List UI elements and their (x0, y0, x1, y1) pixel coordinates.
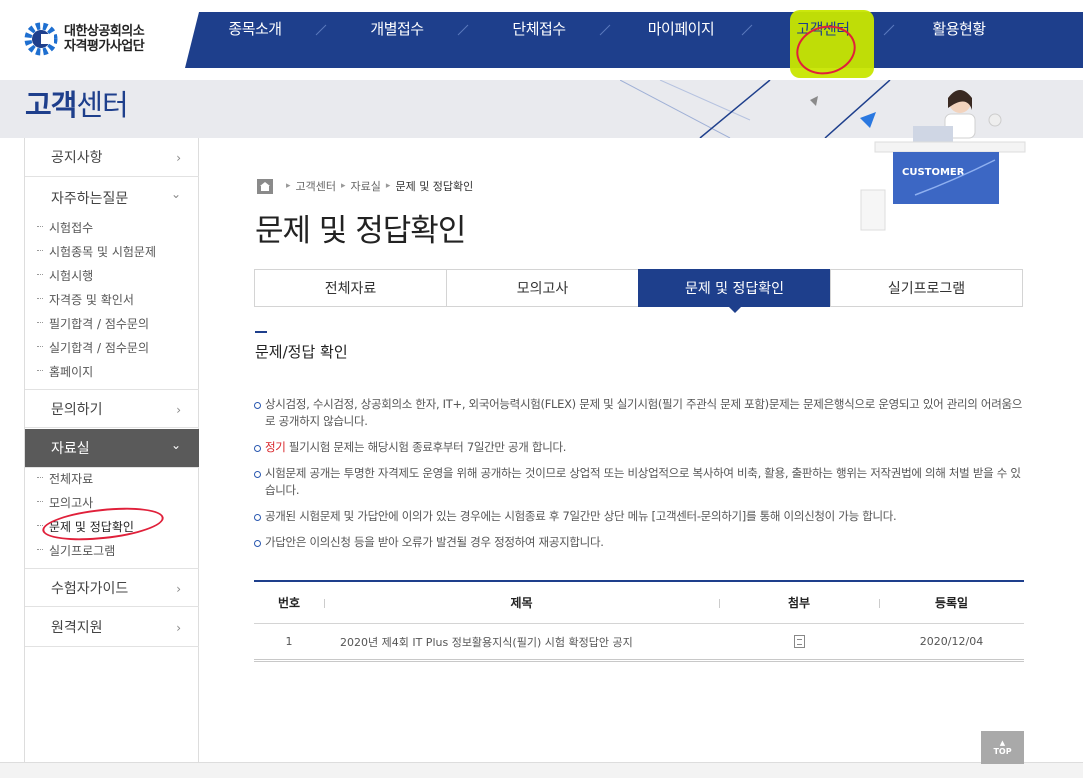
tab-practical-program[interactable]: 실기프로그램 (830, 269, 1023, 307)
sidebar-sub-mock-exam[interactable]: 모의고사 (36, 494, 93, 511)
notice-list: 상시검정, 수시검정, 상공회의소 한자, IT+, 외국어능력시험(FLEX)… (254, 396, 1026, 560)
banner-title: 고객센터 (25, 82, 129, 124)
customer-service-illustration: CUSTOMER (837, 80, 1035, 235)
sidebar-item-label: 수험자가이드 (51, 580, 129, 597)
notice-item: 공개된 시험문제 및 가답안에 이의가 있는 경우에는 시험종료 후 7일간만 … (254, 508, 1026, 525)
sidebar-item-label: 공지사항 (51, 150, 103, 166)
notice-text: 시험문제 공개는 투명한 자격제도 운영을 위해 공개하는 것이므로 상업적 또… (265, 466, 1021, 497)
sidebar-sub-exam-subjects[interactable]: 시험종목 및 시험문제 (37, 243, 156, 260)
sidebar-item-label: 원격지원 (51, 620, 103, 636)
chevron-down-icon: ⌄ (170, 187, 181, 201)
sidebar-item-label: 문의하기 (51, 401, 103, 418)
chevron-right-icon: › (176, 621, 181, 635)
nav-separator (314, 22, 328, 36)
nav-item-mypage[interactable]: 마이페이지 (631, 0, 731, 56)
notice-text: 가답안은 이의신청 등을 받아 오류가 발견될 경우 정정하여 재공지합니다. (265, 535, 604, 549)
logo-line-1: 대한상공회의소 (64, 24, 145, 39)
notice-text: 공개된 시험문제 및 가답안에 이의가 있는 경우에는 시험종료 후 7일간만 … (265, 509, 897, 523)
sidebar-sub-homepage[interactable]: 홈페이지 (36, 363, 93, 380)
top-header: 대한상공회의소 자격평가사업단 종목소개 개별접수 단체접수 마이페이지 고객센… (0, 0, 1083, 81)
row-number: 1 (285, 635, 293, 648)
notice-item: 시험문제 공개는 투명한 자격제도 운영을 위해 공개하는 것이므로 상업적 또… (254, 465, 1026, 499)
breadcrumb-separator: ▸ (341, 181, 346, 191)
chevron-right-icon: › (176, 582, 181, 596)
column-divider (879, 599, 880, 608)
sidebar-sub-practical-pass[interactable]: 실기합격 / 점수문의 (37, 339, 149, 356)
breadcrumb-separator: ▸ (385, 181, 391, 191)
nav-separator (882, 22, 896, 36)
scroll-top-button[interactable]: ▲ TOP (981, 731, 1024, 764)
sidebar-item-notice[interactable]: 공지사항 › (25, 138, 199, 177)
nav-item-group-apply[interactable]: 단체접수 (489, 0, 589, 56)
row-date: 2020/12/04 (919, 635, 984, 648)
nav-separator (456, 22, 470, 36)
customer-label: CUSTOMER (902, 167, 965, 178)
site-logo[interactable]: 대한상공회의소 자격평가사업단 (0, 8, 200, 70)
board-table: 번호 제목 첨부 등록일 1 2020년 제4회 IT Plus 정보활용지식(… (254, 580, 1024, 662)
sidebar-sub-all-materials[interactable]: 전체자료 (36, 470, 93, 487)
tab-all-materials[interactable]: 전체자료 (254, 269, 446, 307)
page-title: 문제 및 정답확인 (255, 213, 466, 249)
breadcrumb: ▸ 고객센터 ▸ 자료실 ▸ 문제 및 정답확인 (257, 178, 473, 194)
section-title: 문제/정답 확인 (255, 343, 348, 361)
chevron-right-icon: › (176, 403, 181, 417)
notice-item: 상시검정, 수시검정, 상공회의소 한자, IT+, 외국어능력시험(FLEX)… (254, 396, 1026, 430)
scroll-top-label: TOP (993, 746, 1012, 756)
column-header-date: 등록일 (934, 596, 969, 610)
sidebar-item-label: 자주하는질문 (51, 190, 129, 207)
nav-item-subjects[interactable]: 종목소개 (205, 0, 305, 56)
column-header-number: 번호 (277, 596, 301, 610)
sidebar-item-inquiry[interactable]: 문의하기 › (25, 389, 199, 428)
file-icon[interactable] (793, 635, 805, 648)
tab-mock-exam[interactable]: 모의고사 (446, 269, 638, 307)
row-attachment (719, 635, 879, 648)
breadcrumb-current: 문제 및 정답확인 (395, 180, 474, 193)
table-header: 번호 제목 첨부 등록일 (254, 582, 1024, 624)
notice-highlight: 정기 (265, 440, 286, 454)
nav-item-usage-status[interactable]: 활용현황 (909, 0, 1009, 56)
section-accent-bar (255, 331, 267, 333)
arrow-up-icon: ▲ (999, 738, 1006, 747)
breadcrumb-separator: ▸ (286, 181, 291, 191)
column-divider (324, 599, 325, 608)
nav-separator (598, 22, 612, 36)
nav-separator (740, 22, 754, 36)
sidebar-item-label: 자료실 (51, 441, 90, 457)
notice-text: 필기시험 문제는 해당시험 종료후부터 7일간만 공개 합니다. (285, 440, 567, 454)
notice-item: 가답안은 이의신청 등을 받아 오류가 발견될 경우 정정하여 재공지합니다. (254, 534, 1026, 551)
chevron-right-icon: › (176, 151, 181, 165)
sidebar-sub-practical-program[interactable]: 실기프로그램 (36, 542, 115, 559)
sidebar-sub-exam-conduct[interactable]: 시험시행 (36, 267, 93, 284)
sidebar-sub-written-pass[interactable]: 필기합격 / 점수문의 (37, 315, 149, 332)
table-row[interactable]: 1 2020년 제4회 IT Plus 정보활용지식(필기) 시험 확정답안 공… (254, 624, 1024, 662)
sidebar: 공지사항 › 자주하는질문 ⌄ 시험접수 시험종목 및 시험문제 시험시행 자격… (24, 138, 199, 778)
sidebar-sub-exam-apply[interactable]: 시험접수 (36, 219, 93, 236)
gear-logo-icon (24, 22, 58, 56)
notice-item: 정기 필기시험 문제는 해당시험 종료후부터 7일간만 공개 합니다. (254, 439, 1026, 456)
nav-item-individual-apply[interactable]: 개별접수 (347, 0, 447, 56)
home-icon[interactable] (257, 178, 273, 194)
notice-text: 상시검정, 수시검정, 상공회의소 한자, IT+, 외국어능력시험(FLEX)… (265, 397, 1023, 428)
row-title-link[interactable]: 2020년 제4회 IT Plus 정보활용지식(필기) 시험 확정답안 공지 (324, 634, 719, 650)
banner-title-bold: 고객 (25, 88, 77, 122)
banner-title-rest: 센터 (76, 88, 128, 122)
sidebar-item-archive[interactable]: 자료실 ⌄ (25, 429, 199, 468)
sidebar-item-faq[interactable]: 자주하는질문 ⌄ (25, 178, 199, 217)
column-header-attachment: 첨부 (787, 596, 811, 610)
sidebar-item-remote-support[interactable]: 원격지원 › (25, 608, 199, 647)
column-header-title: 제목 (510, 596, 533, 610)
sidebar-sub-certificate[interactable]: 자격증 및 확인서 (37, 291, 134, 308)
breadcrumb-item[interactable]: 자료실 (351, 178, 381, 194)
footer-strip (0, 762, 1083, 778)
logo-line-2: 자격평가사업단 (64, 39, 145, 54)
chevron-down-icon: ⌄ (170, 438, 181, 452)
sidebar-item-examinee-guide[interactable]: 수험자가이드 › (25, 568, 199, 607)
breadcrumb-item[interactable]: 고객센터 (296, 178, 336, 194)
tab-questions-answers[interactable]: 문제 및 정답확인 (638, 269, 830, 313)
tab-bar: 전체자료 모의고사 문제 및 정답확인 실기프로그램 (254, 269, 1023, 313)
column-divider (719, 599, 720, 608)
